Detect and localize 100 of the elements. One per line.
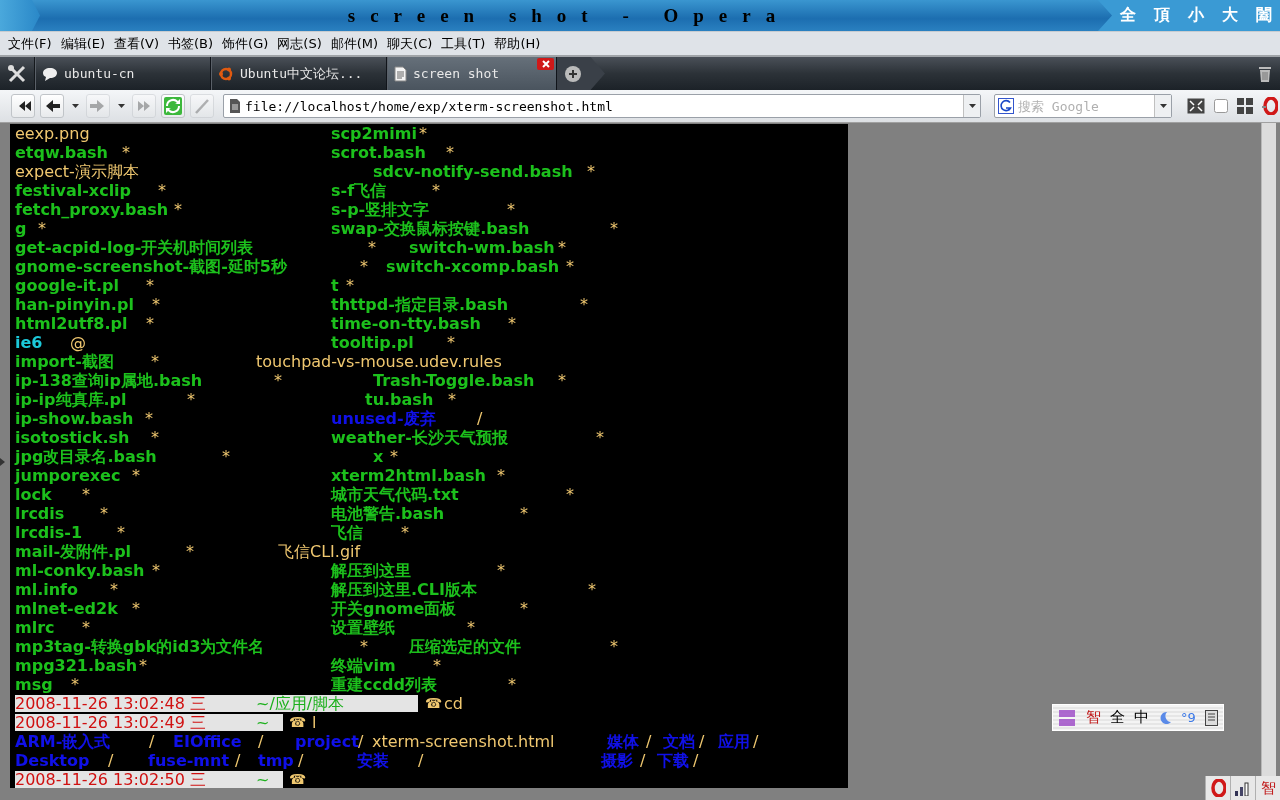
type-mark: *	[558, 238, 566, 257]
type-mark: *	[432, 181, 440, 200]
menu-item[interactable]: 网志(S)	[277, 34, 322, 53]
type-mark: *	[187, 390, 195, 409]
type-mark: *	[174, 200, 182, 219]
fit-to-window-icon[interactable]	[1187, 98, 1205, 114]
opera-logo-icon[interactable]	[1210, 779, 1226, 797]
add-tab-icon[interactable]	[565, 65, 581, 82]
executable-name: ip-ip纯真库.pl	[15, 390, 127, 409]
panel-toggle-icon[interactable]	[0, 457, 5, 466]
type-mark: *	[151, 428, 159, 447]
executable-name: mail-发附件.pl	[15, 542, 132, 561]
blank-square-icon[interactable]	[1214, 99, 1228, 113]
search-field[interactable]: 搜索 Google	[1014, 98, 1154, 114]
prompt-timestamp: 2008-11-26 13:02:50 三	[15, 771, 206, 788]
executable-name: han-pinyin.pl	[15, 295, 134, 314]
file-name: touchpad-vs-mouse.udev.rules	[256, 352, 502, 371]
menu-item[interactable]: 编辑(E)	[60, 34, 105, 53]
type-mark: @	[70, 333, 86, 352]
scrollbar[interactable]	[1261, 123, 1276, 777]
close-tab-icon[interactable]	[537, 58, 554, 70]
browser-tab[interactable]: screen shot	[387, 57, 557, 90]
executable-name: gnome-screenshot-截图-延时5秒	[15, 257, 287, 276]
menu-item[interactable]: 帮助(H)	[494, 34, 541, 53]
type-mark: *	[419, 124, 427, 143]
menu-item[interactable]: 邮件(M)	[330, 34, 379, 53]
prompt-path: ~	[256, 771, 270, 788]
executable-name: tooltip.pl	[331, 333, 414, 352]
dropdown-caret-icon[interactable]	[117, 104, 125, 108]
directory-name: 应用	[718, 732, 750, 751]
prompt-symbol: ☎	[289, 770, 307, 789]
type-mark: /	[753, 732, 759, 751]
menu-item[interactable]: 文件(F)	[8, 34, 52, 53]
reload-button[interactable]	[161, 94, 185, 118]
prompt-symbol: ☎	[425, 694, 443, 713]
type-mark: *	[186, 542, 194, 561]
opera-logo-icon[interactable]	[1262, 97, 1278, 115]
tools-icon[interactable]	[7, 63, 27, 84]
menu-item[interactable]: 工具(T)	[441, 34, 486, 53]
dropdown-caret-icon[interactable]	[1159, 104, 1167, 108]
directory-name: ARM-嵌入式	[15, 732, 111, 751]
type-mark: *	[82, 618, 90, 637]
type-mark: *	[467, 618, 475, 637]
executable-name: festival-xclip	[15, 181, 132, 200]
signal-bars-icon[interactable]	[1234, 780, 1252, 796]
type-mark: *	[497, 466, 505, 485]
type-mark: /	[640, 751, 646, 770]
executable-name: get-acpid-log-开关机时间列表	[15, 238, 254, 257]
type-mark: /	[298, 751, 304, 770]
type-mark: *	[401, 523, 409, 542]
executable-name: thttpd-指定目录.bash	[331, 295, 509, 314]
trash-icon[interactable]	[1258, 64, 1272, 83]
prompt-path: ~/应用/脚本	[256, 695, 345, 712]
executable-name: s-p-竖排文字	[331, 200, 430, 219]
executable-name: switch-xcomp.bash	[386, 257, 560, 276]
type-mark: *	[580, 295, 588, 314]
menu-item[interactable]: 查看(V)	[114, 34, 160, 53]
directory-name: fuse-mnt	[148, 751, 230, 770]
url-field[interactable]: file://localhost/home/exp/xterm-screenshot.html	[241, 98, 963, 114]
type-mark: *	[587, 162, 595, 181]
directory-name: Desktop	[15, 751, 90, 770]
menu-item[interactable]: 饰件(G)	[222, 34, 269, 53]
page-icon	[229, 98, 241, 114]
menu-item[interactable]: 聊天(C)	[387, 34, 433, 53]
input-method-button[interactable]: 中	[1134, 708, 1149, 727]
back-button[interactable]	[40, 94, 64, 118]
executable-name: 重建ccdd列表	[331, 675, 437, 694]
type-mark: *	[566, 485, 574, 504]
input-method-button[interactable]: 智	[1086, 708, 1101, 727]
type-mark: *	[139, 656, 147, 675]
type-mark: /	[258, 732, 264, 751]
type-mark: *	[71, 675, 79, 694]
input-method-button[interactable]: °9	[1181, 710, 1196, 725]
search-bar[interactable]: 搜索 Google	[994, 94, 1172, 118]
executable-name: fetch_proxy.bash	[15, 200, 169, 219]
panels-grid-icon[interactable]	[1237, 98, 1253, 114]
directory-name: 安装	[357, 751, 389, 770]
type-mark: *	[448, 390, 456, 409]
executable-name: s-f飞信	[331, 181, 387, 200]
input-method-button[interactable]: 全	[1110, 708, 1125, 727]
shell-command: cd	[444, 694, 463, 713]
crescent-moon-icon[interactable]	[1158, 710, 1172, 725]
menu-item[interactable]: 书签(B)	[168, 34, 214, 53]
document-icon	[394, 65, 407, 82]
prompt-timestamp: 2008-11-26 13:02:49 三	[15, 714, 206, 731]
type-mark: *	[274, 371, 282, 390]
keyboard-panel-icon[interactable]	[1204, 709, 1219, 726]
type-mark: *	[82, 485, 90, 504]
file-name: xterm-screenshot.html	[372, 732, 555, 751]
executable-name: 终端vim	[331, 656, 396, 675]
dropdown-caret-icon[interactable]	[71, 104, 79, 108]
address-bar[interactable]: file://localhost/home/exp/xterm-screenshot.html	[223, 94, 981, 118]
type-mark: *	[508, 675, 516, 694]
type-mark: *	[158, 181, 166, 200]
type-mark: *	[100, 504, 108, 523]
rewind-button[interactable]	[11, 94, 35, 118]
type-mark: *	[520, 599, 528, 618]
dropdown-caret-icon[interactable]	[968, 104, 976, 108]
type-mark: *	[447, 333, 455, 352]
type-mark: /	[477, 409, 483, 428]
